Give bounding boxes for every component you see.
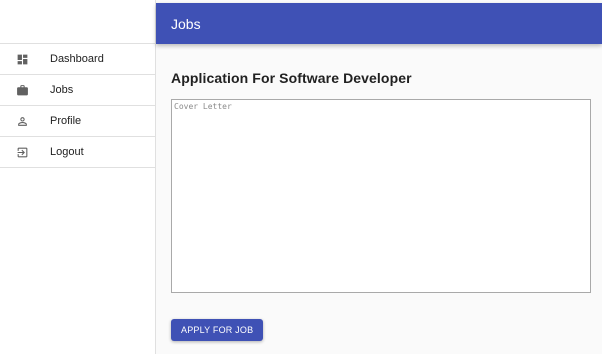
sidebar-item-profile[interactable]: Profile xyxy=(0,106,155,137)
dashboard-icon xyxy=(16,53,29,66)
sidebar-item-label: Jobs xyxy=(50,84,74,96)
app-bar: Jobs xyxy=(156,3,602,44)
drawer-toolbar xyxy=(0,0,155,44)
sidebar-item-label: Dashboard xyxy=(50,53,104,65)
sidebar-drawer: Dashboard Jobs Profile Logout xyxy=(0,0,156,354)
briefcase-icon xyxy=(16,84,29,97)
main-content: Application For Software Developer APPLY… xyxy=(156,44,602,354)
sidebar-item-logout[interactable]: Logout xyxy=(0,137,155,168)
sidebar-item-jobs[interactable]: Jobs xyxy=(0,75,155,106)
person-icon xyxy=(16,115,29,128)
sidebar-item-dashboard[interactable]: Dashboard xyxy=(0,44,155,75)
page-title: Application For Software Developer xyxy=(171,70,412,86)
cover-letter-textarea[interactable] xyxy=(171,99,591,293)
logout-icon xyxy=(16,146,29,159)
sidebar-item-label: Profile xyxy=(50,115,82,127)
sidebar-item-label: Logout xyxy=(50,146,84,158)
app-bar-title: Jobs xyxy=(171,15,201,32)
apply-for-job-button[interactable]: APPLY FOR JOB xyxy=(171,319,264,341)
